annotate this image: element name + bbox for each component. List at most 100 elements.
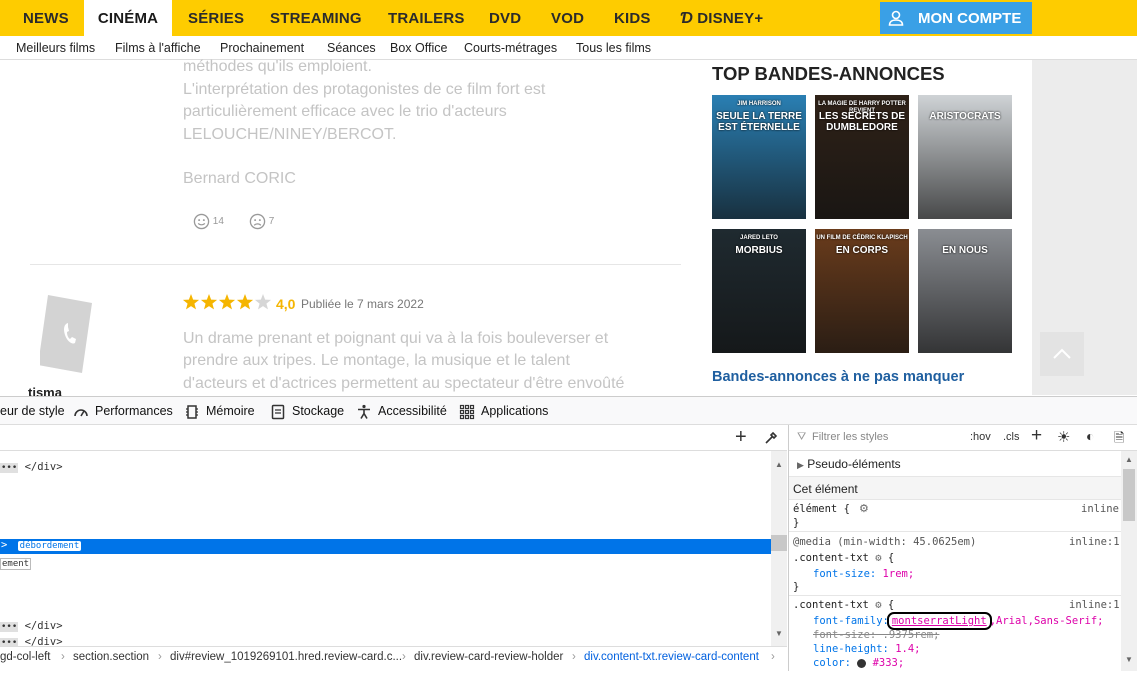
font-family-value[interactable]: montserratLight xyxy=(886,612,992,630)
rule-source[interactable]: inline:1 xyxy=(1069,536,1120,548)
breadcrumb-item[interactable]: div.review-card-review-holder xyxy=(414,651,563,663)
css-declaration[interactable]: font-family: montserratLight ,Arial,Sans-S… xyxy=(813,612,1103,630)
scroll-top-button[interactable] xyxy=(1040,332,1084,376)
review-text-line: méthodes qu'ils emploient. xyxy=(183,58,372,75)
rules-panel: ⛛ Filtrer les styles :hov .cls + ☀ ◐ 🗎 ▶… xyxy=(788,425,1137,671)
review-text-line: L'interprétation des protagonistes de ce… xyxy=(183,81,546,98)
star-icon xyxy=(236,294,254,310)
subnav-affiche[interactable]: Films à l'affiche xyxy=(115,41,201,55)
nav-vod[interactable]: VOD xyxy=(551,0,584,36)
nav-dvd[interactable]: DVD xyxy=(489,0,521,36)
subnav-courts[interactable]: Courts-métrages xyxy=(464,41,557,55)
collapsed-badge[interactable]: ••• xyxy=(0,463,19,473)
markup-scrollbar[interactable]: ▲ ▼ xyxy=(771,451,787,646)
top-nav: NEWS CINÉMA SÉRIES STREAMING TRAILERS DV… xyxy=(0,0,1137,36)
color-swatch[interactable] xyxy=(857,658,867,668)
rule-selector[interactable]: .content-txt ⚙ { xyxy=(793,599,894,611)
poster-title: EN CORPS xyxy=(835,245,889,256)
user-icon xyxy=(888,10,904,26)
stars-icon xyxy=(182,294,272,310)
rules-toolbar: ⛛ Filtrer les styles :hov .cls + ☀ ◐ 🗎 xyxy=(789,425,1137,451)
performance-icon xyxy=(74,409,88,417)
rule-selector[interactable]: .content-txt ⚙ { xyxy=(793,552,894,564)
rule-source[interactable]: inline:1 xyxy=(1069,599,1120,611)
eyedropper-icon[interactable] xyxy=(763,430,779,446)
review-text-line: particulièrement efficace avec le trio d… xyxy=(183,103,507,120)
subnav-boxoffice[interactable]: Box Office xyxy=(390,41,447,55)
poster-title: LES SECRETS DE DUMBLEDORE xyxy=(818,111,906,133)
subnav-prochainement[interactable]: Prochainement xyxy=(220,41,304,55)
review-author: Bernard CORIC xyxy=(183,170,296,187)
tab-performances[interactable]: Performances xyxy=(95,404,173,418)
breadcrumb-item[interactable]: div.content-txt.review-card-content xyxy=(584,651,759,663)
trailer-poster[interactable]: ARISTOCRATS xyxy=(918,95,1012,219)
nav-kids[interactable]: KIDS xyxy=(614,0,651,36)
frown-icon xyxy=(249,213,266,230)
tab-stockage[interactable]: Stockage xyxy=(292,404,344,418)
markup-line[interactable]: ••• </div> xyxy=(0,461,63,473)
selected-node[interactable]: > débordement xyxy=(0,539,771,554)
dislike-button[interactable]: 7 xyxy=(249,213,274,230)
css-declaration[interactable]: color: #333; xyxy=(813,657,904,669)
markup-line[interactable]: ••• </div> xyxy=(0,620,63,632)
trailer-poster[interactable]: EN NOUS xyxy=(918,229,1012,353)
subnav-meilleurs[interactable]: Meilleurs films xyxy=(16,41,95,55)
filter-styles-input[interactable]: Filtrer les styles xyxy=(812,431,888,443)
trailer-poster[interactable]: LA MAGIE DE HARRY POTTER REVIENT LES SECR… xyxy=(815,95,909,219)
poster-title: ARISTOCRATS xyxy=(929,111,1001,122)
trailer-poster[interactable]: UN FILM DE CÉDRIC KLAPISCH EN CORPS xyxy=(815,229,909,353)
trailers-link[interactable]: Bandes-annonces à ne pas manquer xyxy=(712,369,964,385)
nav-trailers[interactable]: TRAILERS xyxy=(388,0,465,36)
expand-triangle-icon: ▶ xyxy=(797,460,804,470)
divider xyxy=(30,264,681,265)
like-button[interactable]: 14 xyxy=(193,213,224,230)
cls-toggle[interactable]: .cls xyxy=(1003,431,1020,443)
accessibility-icon xyxy=(358,404,370,419)
disney-logo-icon: Ɗ xyxy=(680,10,693,27)
subnav-tous[interactable]: Tous les films xyxy=(576,41,651,55)
ticket-avatar-icon xyxy=(40,295,92,373)
dark-theme-icon[interactable]: ◐ xyxy=(1086,428,1094,444)
nav-news[interactable]: NEWS xyxy=(23,0,69,36)
review-text-line: prendre aux tripes. Le montage, la musiq… xyxy=(183,352,570,369)
add-node-button[interactable]: + xyxy=(735,426,747,449)
poster-title: EN NOUS xyxy=(942,245,988,256)
tab-style-editor[interactable]: eur de style xyxy=(0,404,65,418)
nav-series[interactable]: SÉRIES xyxy=(188,0,244,36)
trailer-poster[interactable]: JIM HARRISON SEULE LA TERRE EST ÉTERNELLE xyxy=(712,95,806,219)
trailer-poster[interactable]: JARED LETO MORBIUS xyxy=(712,229,806,353)
css-declaration[interactable]: font-size: 1rem; xyxy=(813,568,914,580)
overflow-badge[interactable]: débordement xyxy=(17,541,82,551)
storage-icon xyxy=(271,404,285,420)
review-text-line: LELOUCHE/NINEY/BERCOT. xyxy=(183,126,397,143)
breadcrumb-item[interactable]: div#review_1019269101.hred.review-card.c… xyxy=(170,651,402,663)
account-button[interactable]: MON COMPTE xyxy=(880,2,1032,34)
markup-line[interactable]: ement xyxy=(0,557,32,570)
css-declaration[interactable]: line-height: 1.4; xyxy=(813,643,920,655)
rules-scrollbar[interactable]: ▲ ▼ xyxy=(1121,451,1137,671)
rating-score: 4,0 xyxy=(276,296,296,312)
sidebar-title: TOP BANDES-ANNONCES xyxy=(712,63,945,84)
chevron-up-icon xyxy=(1053,348,1071,359)
breadcrumb-item[interactable]: gd-col-left xyxy=(0,651,51,663)
tab-memoire[interactable]: Mémoire xyxy=(206,404,255,418)
subnav-seances[interactable]: Séances xyxy=(327,41,376,55)
nav-streaming[interactable]: STREAMING xyxy=(270,0,362,36)
nav-disney[interactable]: Ɗ DISNEY+ xyxy=(680,0,763,36)
document-icon[interactable]: 🗎 xyxy=(1114,429,1124,451)
hov-toggle[interactable]: :hov xyxy=(970,431,991,443)
add-rule-button[interactable]: + xyxy=(1031,425,1042,447)
rule-source[interactable]: inline xyxy=(1081,503,1119,515)
breadcrumb-item[interactable]: section.section xyxy=(73,651,149,663)
light-theme-icon[interactable]: ☀ xyxy=(1057,428,1070,446)
element-rule[interactable]: élément { xyxy=(793,503,850,515)
gear-icon[interactable]: ⚙ xyxy=(859,502,869,515)
tab-accessibilite[interactable]: Accessibilité xyxy=(378,404,447,418)
collapsed-badge[interactable]: ••• xyxy=(0,622,19,632)
nav-cinema[interactable]: CINÉMA xyxy=(84,0,172,36)
review-text-line: d'acteurs et d'actrices permettent au sp… xyxy=(183,375,625,392)
css-declaration-overridden[interactable]: font-size: .9375rem; xyxy=(813,629,939,641)
tab-applications[interactable]: Applications xyxy=(481,404,548,418)
sidebar: TOP BANDES-ANNONCES JIM HARRISON SEULE LA… xyxy=(700,60,1032,395)
pseudo-elements-toggle[interactable]: ▶ Pseudo-éléments xyxy=(797,457,901,471)
